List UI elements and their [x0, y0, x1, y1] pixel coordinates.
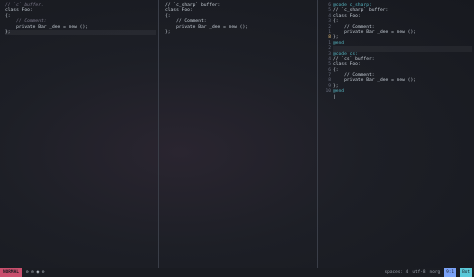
- pane-divider[interactable]: [317, 0, 318, 268]
- editor-pane-c-sharp[interactable]: // `c_sharp` buffer: class Foo: {: // Comm…: [160, 0, 317, 268]
- code-line[interactable]: |: [333, 95, 472, 100]
- code-line[interactable]: };: [5, 29, 156, 36]
- indent-setting: spaces: 4: [384, 269, 409, 275]
- encoding: utf-8: [412, 269, 426, 275]
- status-bar: NORMAL ⊙ ⊙ ◉ ⊙ spaces: 4 utf-8 norg 9:1 …: [0, 268, 474, 277]
- code-area[interactable]: // `c` buffer. class Foo: {: // Comment: p…: [5, 3, 156, 36]
- status-icons: ⊙ ⊙ ◉ ⊙: [25, 269, 45, 275]
- filetype: norg: [429, 269, 441, 275]
- line-number: 10: [325, 89, 331, 95]
- pane-divider[interactable]: [158, 0, 159, 268]
- cursor-position: 9:1: [444, 268, 457, 277]
- mode-indicator: NORMAL: [0, 268, 22, 277]
- scroll-percent: Bot: [460, 268, 472, 277]
- editor-pane-c[interactable]: // `c` buffer. class Foo: {: // Comment: p…: [0, 0, 158, 268]
- editor-pane-norg[interactable]: 6 5 4 3 2 1 8 1 2 3 4 5 6 7 8 9 10 @code c_sharp:// `c_s…: [319, 0, 474, 268]
- status-right: spaces: 4 utf-8 norg 9:1 Bot: [385, 268, 474, 277]
- code-area[interactable]: @code c_sharp:// `c_sharp` buffer: class …: [333, 3, 472, 100]
- line-number-gutter: 6 5 4 3 2 1 8 1 2 3 4 5 6 7 8 9 10: [321, 3, 331, 95]
- code-area[interactable]: // `c_sharp` buffer: class Foo: {: // Comm…: [165, 3, 315, 35]
- code-line[interactable]: };: [165, 30, 315, 35]
